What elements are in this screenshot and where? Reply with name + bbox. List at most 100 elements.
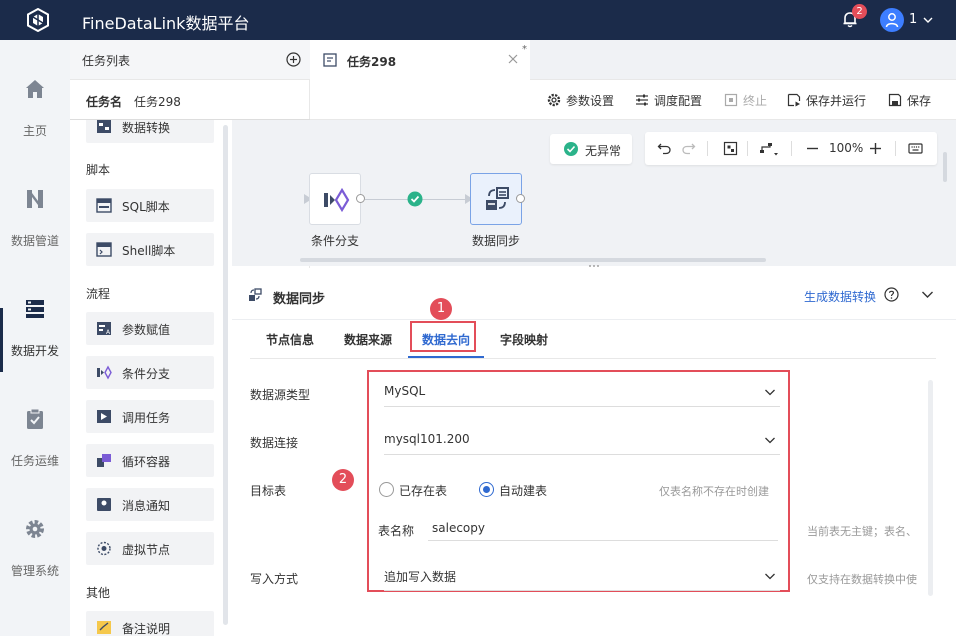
tab-data-source[interactable]: 数据来源	[344, 331, 392, 348]
avatar[interactable]	[880, 8, 904, 32]
existing-table-label[interactable]: 已存在表	[399, 482, 447, 499]
canvas-vertical-scrollbar[interactable]	[943, 152, 947, 182]
write-mode-hint: 仅支持在数据转换中使	[807, 573, 917, 586]
canvas-horizontal-scrollbar[interactable]	[300, 258, 766, 262]
redo-icon[interactable]	[681, 141, 696, 156]
source-type-select[interactable]: MySQL	[384, 377, 780, 407]
tab-field-mapping[interactable]: 字段映射	[500, 331, 548, 348]
nav-label: 主页	[22, 124, 47, 138]
data-transform-icon	[97, 120, 111, 133]
zoom-in-icon[interactable]	[868, 141, 883, 156]
chevron-down-icon	[765, 389, 775, 396]
nav-item-home[interactable]: 主页	[0, 78, 70, 178]
chevron-down-icon	[765, 437, 775, 444]
dev-icon	[26, 300, 44, 318]
write-mode-label: 写入方式	[250, 572, 299, 586]
message-icon	[97, 498, 111, 511]
auto-create-radio[interactable]	[479, 482, 494, 497]
call-task-icon	[97, 410, 111, 423]
undo-icon[interactable]	[657, 141, 672, 156]
keyboard-icon[interactable]	[908, 141, 923, 156]
select-value: MySQL	[384, 384, 426, 398]
data-sync-icon	[486, 187, 509, 210]
tab-node-info[interactable]: 节点信息	[266, 331, 314, 348]
logo-icon	[27, 8, 49, 32]
task-toolbar: 参数设置 调度配置 终止 保存并运行 保存	[310, 80, 956, 120]
node-output-port[interactable]	[356, 194, 365, 203]
left-nav: 主页 数据管道 数据开发 任务运维 管理系统	[0, 40, 70, 636]
tab-data-target[interactable]: 数据去向	[422, 331, 470, 348]
component-param-assign[interactable]: A 参数赋值	[86, 312, 214, 345]
zoom-out-icon[interactable]	[805, 141, 820, 156]
nav-label: 数据开发	[10, 344, 59, 358]
close-icon[interactable]	[507, 53, 519, 65]
status-indicator: 无异常	[550, 134, 632, 164]
auto-create-label[interactable]: 自动建表	[499, 482, 547, 499]
nav-item-admin[interactable]: 管理系统	[0, 518, 70, 618]
existing-table-radio[interactable]	[379, 482, 394, 497]
table-name-field[interactable]	[428, 515, 778, 541]
link-success-icon	[407, 191, 423, 207]
component-condition[interactable]: 条件分支	[86, 356, 214, 389]
component-data-transform[interactable]: 数据转换	[86, 120, 214, 143]
nav-active-indicator	[0, 308, 3, 372]
task-list-title: 任务列表	[82, 54, 131, 68]
write-mode-select[interactable]: 追加写入数据	[384, 561, 780, 591]
loop-icon	[97, 454, 111, 467]
fit-view-icon[interactable]	[723, 141, 738, 156]
source-type-label: 数据源类型	[250, 388, 311, 402]
group-other: 其他	[86, 586, 111, 600]
task-name-value[interactable]: 任务298	[134, 93, 181, 110]
sliders-icon	[636, 94, 648, 106]
save-button[interactable]: 保存	[888, 92, 934, 108]
user-name[interactable]: 1	[909, 12, 917, 27]
schedule-button[interactable]: 调度配置	[635, 92, 705, 108]
component-label: Shell脚本	[122, 244, 176, 258]
canvas-toolbar: 100%	[645, 132, 937, 165]
component-list: 数据转换 脚本 SQL脚本 Shell脚本 流程 A 参数赋值 条件分支 调用任…	[70, 120, 230, 636]
component-label: 备注说明	[122, 622, 171, 636]
layout-icon[interactable]	[759, 141, 779, 156]
component-loop[interactable]: 循环容器	[86, 444, 214, 477]
node-condition-branch[interactable]	[309, 173, 361, 225]
select-value: 追加写入数据	[384, 570, 457, 584]
component-call-task[interactable]: 调用任务	[86, 400, 214, 433]
toolbar-divider	[895, 141, 896, 156]
component-sql-script[interactable]: SQL脚本	[86, 189, 214, 222]
tabs-baseline	[250, 358, 936, 359]
node-output-port[interactable]	[516, 194, 525, 203]
component-virtual-node[interactable]: 虚拟节点	[86, 532, 214, 565]
chevron-down-icon[interactable]	[921, 288, 934, 301]
save-run-button[interactable]: 保存并运行	[787, 92, 871, 108]
stop-icon	[724, 93, 738, 107]
success-check-icon	[564, 142, 578, 156]
table-name-input[interactable]	[432, 519, 772, 537]
component-label: 循环容器	[122, 455, 171, 469]
step-marker: 1	[430, 298, 452, 320]
help-icon[interactable]	[884, 287, 899, 302]
component-message[interactable]: 消息通知	[86, 488, 214, 521]
table-name-hint: 当前表无主键；表名、	[807, 525, 917, 538]
home-icon	[26, 80, 44, 98]
branch-icon	[324, 187, 350, 213]
nav-item-pipeline[interactable]: 数据管道	[0, 188, 70, 288]
node-data-sync[interactable]	[470, 173, 522, 225]
zoom-level: 100%	[829, 141, 864, 155]
chevron-down-icon[interactable]	[922, 14, 934, 26]
editor-tab-bar: 任务298 *	[310, 40, 956, 80]
component-list-scrollbar[interactable]	[223, 125, 228, 625]
nav-item-dev[interactable]: 数据开发	[0, 298, 70, 398]
generate-transform-link[interactable]: 生成数据转换	[804, 288, 876, 305]
nav-label: 任务运维	[10, 454, 59, 468]
stop-button[interactable]: 终止	[724, 92, 770, 108]
params-button[interactable]: 参数设置	[547, 92, 617, 108]
properties-scrollbar[interactable]	[928, 380, 933, 596]
connection-select[interactable]: mysql101.200	[384, 425, 780, 455]
component-shell-script[interactable]: Shell脚本	[86, 233, 214, 266]
add-circle-icon[interactable]	[286, 52, 301, 67]
tab-task[interactable]: 任务298 *	[310, 40, 530, 80]
task-list-header: 任务列表	[70, 40, 310, 80]
component-label: 数据转换	[122, 121, 171, 135]
nav-item-ops[interactable]: 任务运维	[0, 408, 70, 508]
component-note[interactable]: 备注说明	[86, 611, 214, 636]
